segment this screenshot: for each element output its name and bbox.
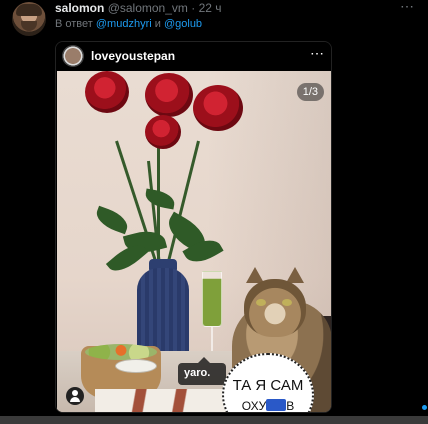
mention-golub[interactable]: @golub xyxy=(164,18,202,30)
avatar-hair xyxy=(16,4,42,16)
cat-eye xyxy=(256,299,266,306)
reply-conjunction: и xyxy=(154,18,161,30)
user-tag-label[interactable]: yaro. xyxy=(178,357,226,385)
rose-flower xyxy=(145,115,181,149)
mention-mudzhyri[interactable]: @mudzhyri xyxy=(96,18,152,30)
tweet: salomon @salomon_vm · 22 ч ⋯ В ответ @mu… xyxy=(0,0,428,424)
tweet-header: salomon @salomon_vm · 22 ч xyxy=(55,1,222,15)
author-name[interactable]: salomon xyxy=(55,1,104,15)
rose-flower xyxy=(193,85,243,131)
salad xyxy=(85,344,157,360)
instagram-avatar[interactable] xyxy=(62,45,84,67)
instagram-embed[interactable]: loveyoustepan ⋯ 1/3 yaro. ТА Я САМ ОХУ В xyxy=(55,41,332,413)
bottom-strip xyxy=(0,416,428,424)
cat-eye xyxy=(282,299,292,306)
instagram-header: loveyoustepan ⋯ xyxy=(56,42,331,71)
rose-flower xyxy=(85,71,129,113)
instagram-username[interactable]: loveyoustepan xyxy=(91,49,175,63)
cat-head xyxy=(244,279,306,337)
person-icon[interactable] xyxy=(66,387,84,405)
tweet-time[interactable]: 22 ч xyxy=(199,1,222,15)
reply-context: В ответ @mudzhyri и @golub xyxy=(55,18,202,30)
censor-blot xyxy=(266,399,287,411)
header-separator: · xyxy=(191,1,196,15)
instagram-more-icon[interactable]: ⋯ xyxy=(310,45,325,62)
drink-glass xyxy=(202,271,222,327)
rose-leaf xyxy=(143,188,177,210)
blue-dot-indicator xyxy=(422,405,427,410)
reply-prefix: В ответ xyxy=(55,18,93,30)
author-handle[interactable]: @salomon_vm xyxy=(108,1,188,15)
sticker-line-1: ТА Я САМ xyxy=(232,377,304,394)
snack-packets xyxy=(95,389,225,412)
rose-flower xyxy=(145,73,193,117)
slide-counter: 1/3 xyxy=(296,83,324,101)
sticker-line-2: ОХУ В xyxy=(224,399,312,413)
rose-leaf xyxy=(92,205,132,235)
sticker-line-2-prefix: ОХУ xyxy=(241,399,267,413)
author-avatar[interactable] xyxy=(12,2,46,36)
sticker-line-2-suffix: В xyxy=(286,399,295,413)
dip-container xyxy=(115,359,157,373)
avatar-beard xyxy=(21,21,37,31)
post-photo[interactable]: 1/3 yaro. ТА Я САМ ОХУ В xyxy=(57,71,331,413)
tweet-more-icon[interactable]: ⋯ xyxy=(400,0,415,15)
